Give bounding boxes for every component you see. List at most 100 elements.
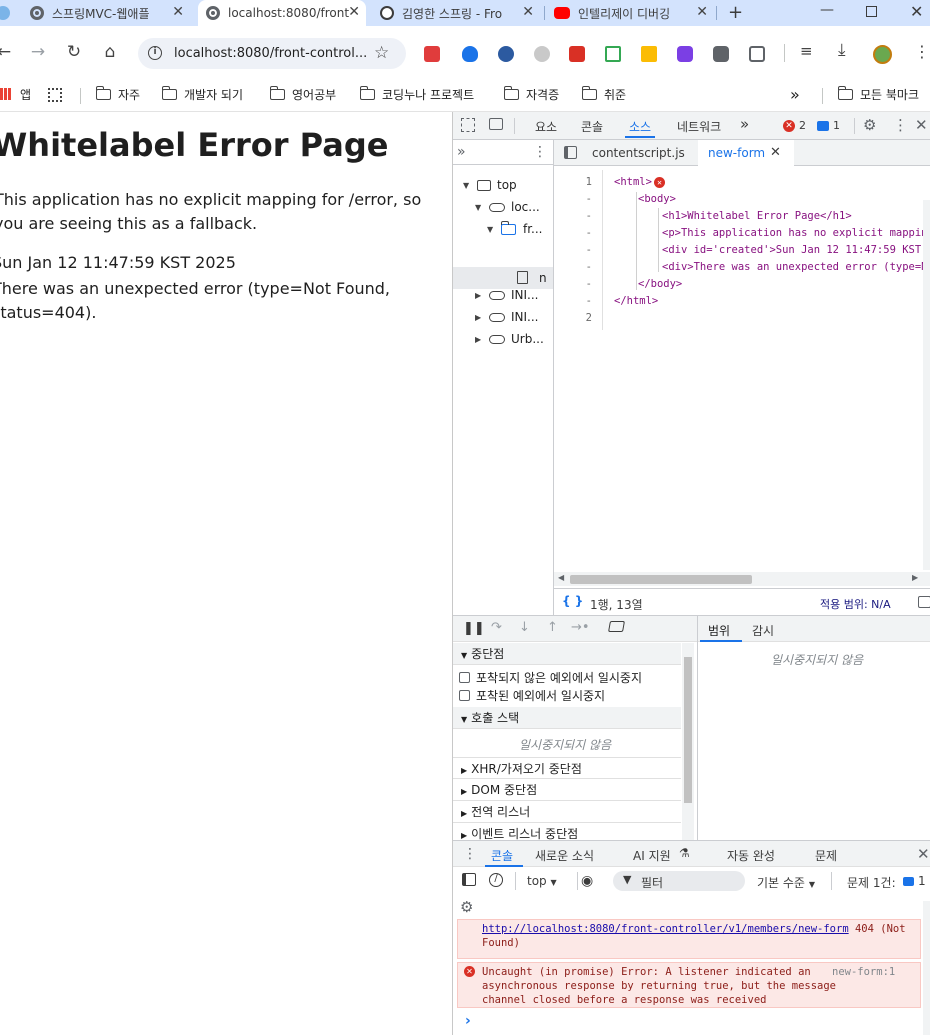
bookmark-folder-frequent[interactable]: 자주 [95,84,140,104]
minimize-icon[interactable]: — [820,2,834,18]
xhr-breakpoints-header[interactable]: ▶ XHR/가져오기 중단점 [453,757,681,779]
checkbox-icon[interactable] [459,690,470,701]
sidebar-toggle-icon[interactable] [462,873,476,886]
tree-item-urb[interactable]: ▶ Urb... [475,332,544,346]
extension-red-icon[interactable] [424,46,440,62]
tree-item-ini-2[interactable]: ▶ INI... [475,310,539,324]
bookmark-star-icon[interactable]: ☆ [374,43,389,63]
console-settings-gear-icon[interactable]: ⚙ [460,898,473,916]
reload-icon[interactable]: ↻ [62,40,86,64]
toggle-debugger-icon[interactable] [918,596,930,608]
tree-item-localhost[interactable]: ▼ loc... [475,200,540,214]
tab-scope[interactable]: 범위 [708,622,730,639]
close-tab-icon[interactable]: ✕ [172,4,184,20]
tab-groups-icon[interactable] [48,88,62,102]
all-bookmarks-button[interactable]: 모든 북마크 [837,84,919,104]
collapse-triangle-icon[interactable]: ▶ [475,291,485,300]
drawer-tab-console[interactable]: 콘솔 [491,847,513,864]
bookmark-folder-developer[interactable]: 개발자 되기 [161,84,243,104]
breakpoints-section-header[interactable]: ▼ 중단점 [453,643,681,665]
drawer-tab-issues[interactable]: 문제 [815,847,837,864]
close-tab-icon[interactable]: ✕ [522,4,534,20]
extensions-puzzle-icon[interactable] [749,46,765,62]
error-marker-icon[interactable]: ✕ [654,177,665,188]
editor-tab-contentscript[interactable]: contentscript.js [592,146,685,160]
back-icon[interactable]: ← [0,40,16,64]
pause-icon[interactable]: ❚❚ [463,621,485,636]
request-url-link[interactable]: http://localhost:8080/front-controller/v… [482,923,849,935]
extension-green-icon[interactable] [605,46,621,62]
scroll-thumb[interactable] [684,657,692,803]
scroll-left-icon[interactable]: ◀ [558,573,564,582]
console-scrollbar[interactable] [923,901,930,1035]
close-tab-icon[interactable]: ✕ [348,4,360,20]
editor-tab-new-form[interactable]: new-form ✕ [698,140,794,166]
scroll-right-icon[interactable]: ▶ [912,573,918,582]
tree-item-top[interactable]: ▼ top [463,178,517,192]
error-count[interactable]: 2 [799,119,806,132]
extension-image-icon[interactable] [641,46,657,62]
step-icon[interactable]: →• [571,620,590,635]
expand-triangle-icon[interactable]: ▼ [463,181,473,190]
inspect-element-icon[interactable] [461,118,475,132]
more-navigator-tabs-icon[interactable]: » [457,144,466,160]
extension-pen-icon[interactable] [569,46,585,62]
extension-robot-icon[interactable] [713,46,729,62]
log-level-selector[interactable]: 기본 수준 ▼ [757,874,815,891]
address-bar[interactable]: i localhost:8080/front-control... ☆ [138,38,406,69]
devtools-tab-network[interactable]: 네트워크 [677,118,721,135]
bookmark-folder-english[interactable]: 영어공부 [269,84,336,104]
tab-kim-spring[interactable]: 김영한 스프링 - Fro ✕ [380,0,540,26]
download-icon[interactable]: ⤓ [838,40,846,60]
extension-blue-icon[interactable] [498,46,514,62]
new-tab-button[interactable]: + [728,2,743,23]
tab-search-icon[interactable] [0,6,10,20]
issues-counter[interactable]: 문제 1건: [847,874,896,891]
settings-gear-icon[interactable]: ⚙ [863,116,876,134]
tree-item-new-form[interactable]: n [453,267,553,289]
vertical-scrollbar[interactable] [923,200,930,570]
extension-purple-icon[interactable] [677,46,693,62]
close-tab-icon[interactable]: ✕ [696,4,708,20]
scroll-thumb[interactable] [570,575,752,584]
bookmark-folder-coding-noona[interactable]: 코딩누나 프로젝트 [359,84,474,104]
menu-kebab-icon[interactable]: ⋮ [914,42,930,61]
tab-spring-mvc[interactable]: 스프링MVC-웹애플 ✕ [30,0,190,26]
forward-icon[interactable]: → [26,40,50,64]
step-over-icon[interactable]: ↷ [491,620,502,635]
customize-kebab-icon[interactable]: ⋮ [893,116,908,134]
more-tabs-button[interactable]: » [740,115,749,133]
expand-triangle-icon[interactable]: ▼ [475,203,485,212]
drawer-menu-icon[interactable]: ⋮ [463,846,477,862]
media-control-icon[interactable]: ≡ [800,42,813,60]
error-icon[interactable]: ✕ [783,120,795,132]
drawer-tab-ai[interactable]: AI 지원 [633,847,671,864]
message-count[interactable]: 1 [833,119,840,132]
profile-avatar[interactable] [873,45,892,64]
bookmark-folder-certificate[interactable]: 자격증 [503,84,559,104]
dom-breakpoints-header[interactable]: ▶ DOM 중단점 [453,779,681,801]
clear-console-icon[interactable]: / [489,873,503,887]
pretty-print-icon[interactable]: { } [562,594,583,608]
device-toolbar-icon[interactable] [489,118,503,130]
tab-intellij-debug[interactable]: 인텔리제이 디버깅 ✕ [554,0,714,26]
devtools-tab-sources[interactable]: 소스 [624,118,656,138]
close-devtools-icon[interactable]: ✕ [915,116,928,134]
horizontal-scrollbar[interactable]: ◀ ▶ [554,572,930,586]
tree-item-ini-1[interactable]: ▶ INI... [475,288,539,302]
debugger-scrollbar[interactable] [682,643,694,841]
home-icon[interactable]: ⌂ [98,40,122,64]
close-window-icon[interactable]: ✕ [910,2,923,21]
close-editor-tab-icon[interactable]: ✕ [770,145,781,160]
tab-watch[interactable]: 감시 [752,622,774,639]
toggle-navigator-icon[interactable] [564,146,577,159]
devtools-tab-console[interactable]: 콘솔 [581,118,603,135]
navigator-menu-icon[interactable]: ⋮ [533,144,547,160]
drawer-tab-autocomplete[interactable]: 자동 완성 [727,847,775,864]
global-listeners-header[interactable]: ▶ 전역 리스너 [453,801,681,823]
deactivate-breakpoints-icon[interactable] [608,621,625,632]
bookmark-apps[interactable]: 앱 [0,84,31,104]
tab-localhost[interactable]: localhost:8080/front ✕ [198,0,366,26]
tree-item-front-controller[interactable]: ▼ fr... [487,220,543,236]
collapse-triangle-icon[interactable]: ▶ [475,313,485,322]
